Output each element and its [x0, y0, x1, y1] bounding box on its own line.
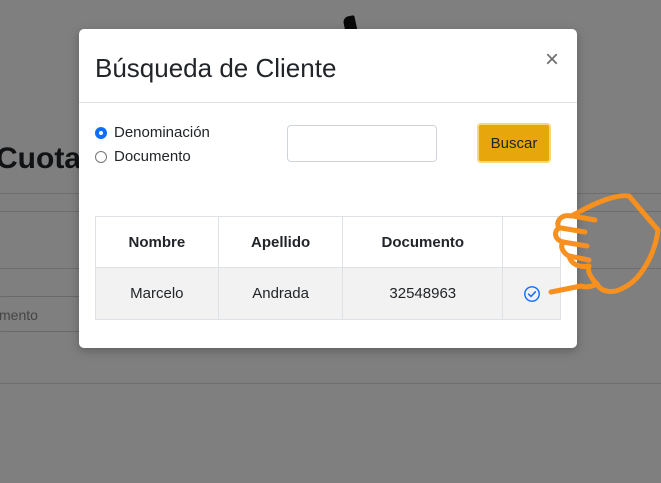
modal-title: Búsqueda de Cliente — [95, 53, 337, 83]
radio-unchecked-icon[interactable] — [95, 150, 107, 163]
customer-search-modal: Búsqueda de Cliente × Denominación Docum… — [79, 29, 577, 348]
column-header-apellido: Apellido — [217, 216, 344, 268]
cell-documento: 32548963 — [342, 267, 504, 320]
modal-header: Búsqueda de Cliente × — [79, 29, 577, 103]
cell-nombre: Marcelo — [95, 267, 219, 320]
radio-checked-icon[interactable] — [95, 126, 107, 139]
radio-label-denominacion: Denominación — [114, 124, 210, 141]
search-button[interactable]: Buscar — [477, 123, 551, 163]
table-header-row: Nombre Apellido Documento — [95, 216, 561, 268]
radio-label-documento: Documento — [114, 148, 191, 165]
column-header-action — [502, 216, 561, 268]
close-icon[interactable]: × — [541, 48, 563, 72]
column-header-nombre: Nombre — [95, 216, 219, 268]
column-header-documento: Documento — [342, 216, 504, 268]
cell-apellido: Andrada — [217, 267, 344, 320]
radio-denominacion[interactable]: Denominación — [95, 124, 210, 141]
results-table: Nombre Apellido Documento Marcelo Andrad… — [95, 216, 561, 320]
search-input[interactable] — [287, 125, 437, 162]
check-circle-icon[interactable] — [523, 285, 541, 303]
cell-action — [502, 267, 561, 320]
radio-documento[interactable]: Documento — [95, 148, 191, 165]
table-row[interactable]: Marcelo Andrada 32548963 — [95, 267, 561, 320]
